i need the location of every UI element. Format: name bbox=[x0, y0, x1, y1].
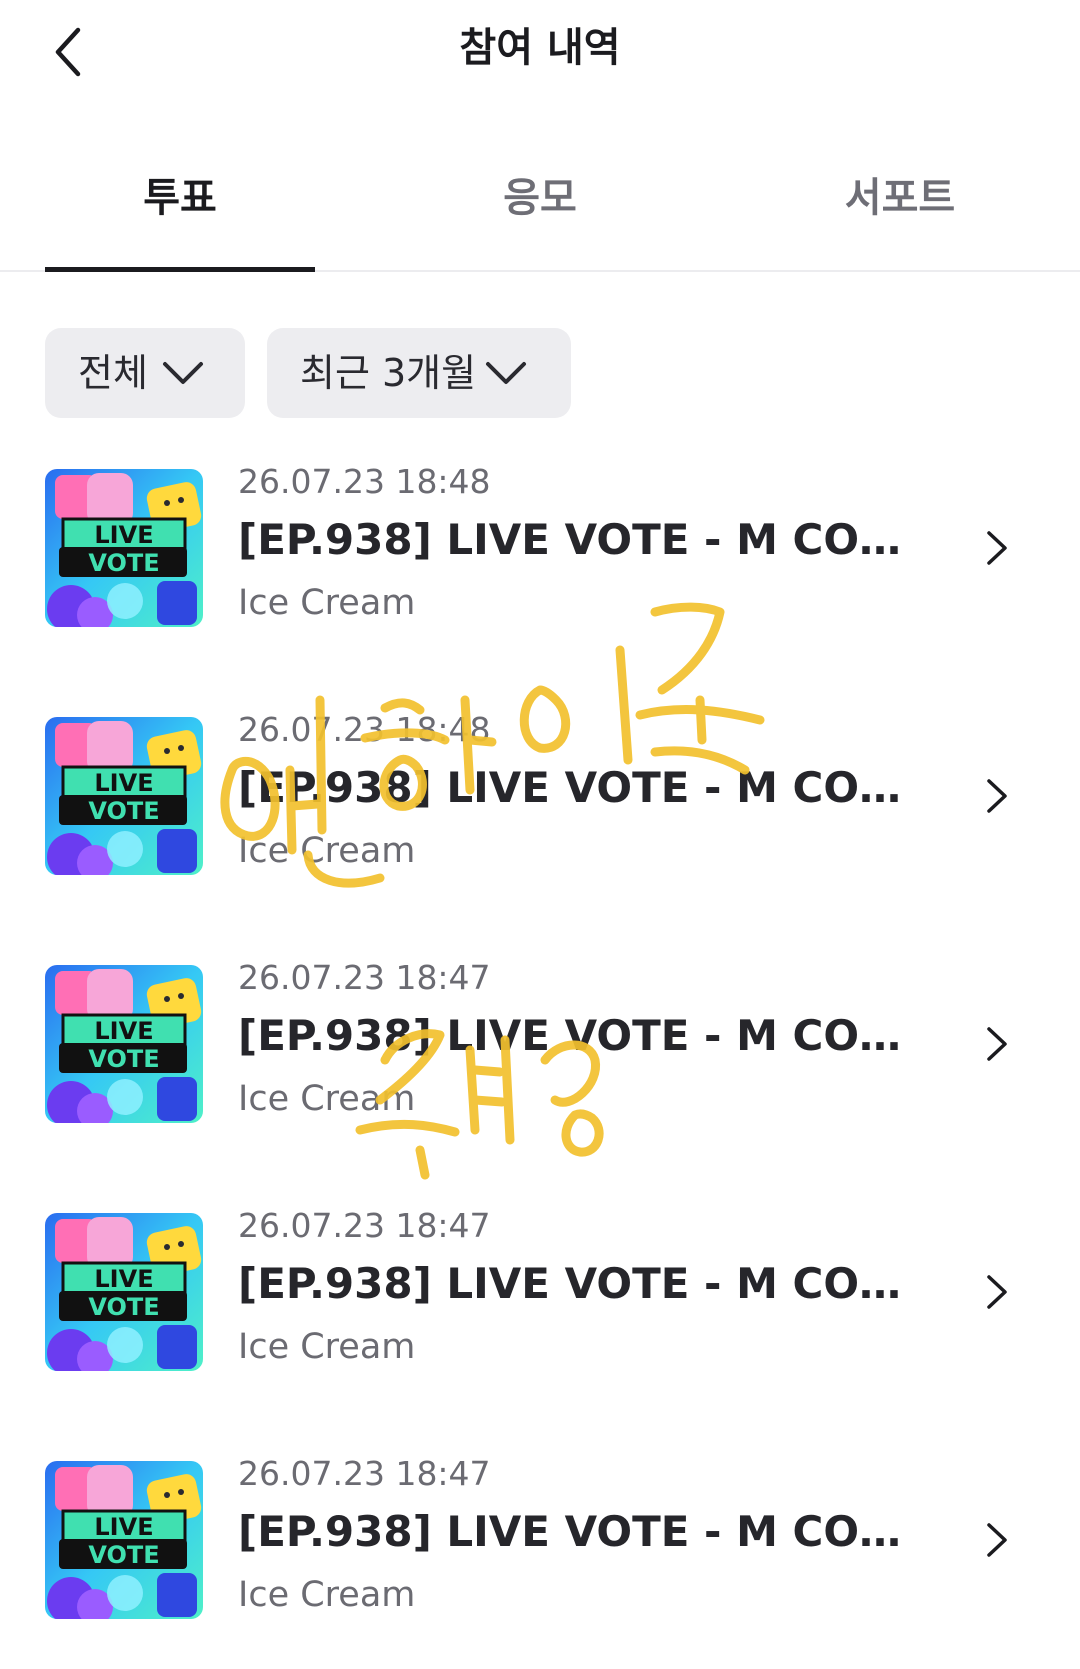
chevron-right-icon bbox=[987, 1027, 1007, 1061]
item-artist: Ice Cream bbox=[238, 831, 416, 871]
list-item[interactable]: LIVE VOTE 26.07.23 18:48 [EP.938] LIVE V… bbox=[0, 710, 1080, 880]
type-filter-label: 전체 bbox=[78, 351, 148, 395]
period-filter-label: 최근 3개월 bbox=[300, 351, 477, 395]
type-filter-dropdown[interactable]: 전체 bbox=[45, 328, 245, 418]
live-vote-thumbnail: LIVE VOTE bbox=[45, 1461, 203, 1619]
list-item[interactable]: LIVE VOTE 26.07.23 18:47 [EP.938] LIVE V… bbox=[0, 958, 1080, 1128]
item-artist: Ice Cream bbox=[238, 1575, 416, 1615]
chevron-down-icon bbox=[486, 362, 526, 384]
tab-vote[interactable]: 투표 bbox=[45, 150, 315, 272]
list-item[interactable]: LIVE VOTE 26.07.23 18:48 [EP.938] LIVE V… bbox=[0, 462, 1080, 632]
item-artist: Ice Cream bbox=[238, 1327, 416, 1367]
live-vote-thumbnail: LIVE VOTE bbox=[45, 965, 203, 1123]
page-title: 참여 내역 bbox=[459, 25, 621, 71]
chevron-right-icon bbox=[987, 1523, 1007, 1557]
svg-text:LIVE: LIVE bbox=[94, 1017, 153, 1045]
item-artist: Ice Cream bbox=[238, 1079, 416, 1119]
chevron-right-icon bbox=[987, 531, 1007, 565]
chevron-down-icon bbox=[163, 362, 203, 384]
svg-text:VOTE: VOTE bbox=[88, 1045, 159, 1073]
list-item[interactable]: LIVE VOTE 26.07.23 18:47 [EP.938] LIVE V… bbox=[0, 1454, 1080, 1624]
live-vote-thumbnail: LIVE VOTE bbox=[45, 717, 203, 875]
item-date: 26.07.23 18:48 bbox=[238, 710, 491, 749]
app-header: 참여 내역 bbox=[0, 0, 1080, 110]
svg-text:VOTE: VOTE bbox=[88, 1293, 159, 1321]
chevron-right-icon bbox=[987, 1275, 1007, 1309]
item-date: 26.07.23 18:47 bbox=[238, 1454, 491, 1493]
item-title: [EP.938] LIVE VOTE - M COUNTDOWN bbox=[238, 763, 918, 812]
item-title: [EP.938] LIVE VOTE - M COUNTDOWN bbox=[238, 515, 918, 564]
svg-text:LIVE: LIVE bbox=[94, 521, 153, 549]
svg-text:VOTE: VOTE bbox=[88, 797, 159, 825]
live-vote-thumbnail: LIVE VOTE bbox=[45, 469, 203, 627]
item-date: 26.07.23 18:47 bbox=[238, 1206, 491, 1245]
item-date: 26.07.23 18:48 bbox=[238, 462, 491, 501]
list-item[interactable]: LIVE VOTE 26.07.23 18:47 [EP.938] LIVE V… bbox=[0, 1206, 1080, 1376]
svg-text:LIVE: LIVE bbox=[94, 769, 153, 797]
tab-bar: 투표 응모 서포트 bbox=[0, 150, 1080, 272]
tab-entry[interactable]: 응모 bbox=[405, 150, 675, 270]
item-title: [EP.938] LIVE VOTE - M COUNTDOWN bbox=[238, 1507, 918, 1556]
svg-text:LIVE: LIVE bbox=[94, 1513, 153, 1541]
item-title: [EP.938] LIVE VOTE - M COUNTDOWN bbox=[238, 1259, 918, 1308]
chevron-right-icon bbox=[987, 779, 1007, 813]
svg-text:LIVE: LIVE bbox=[94, 1265, 153, 1293]
svg-text:VOTE: VOTE bbox=[88, 549, 159, 577]
item-title: [EP.938] LIVE VOTE - M COUNTDOWN bbox=[238, 1011, 918, 1060]
svg-text:VOTE: VOTE bbox=[88, 1541, 159, 1569]
item-date: 26.07.23 18:47 bbox=[238, 958, 491, 997]
tab-support[interactable]: 서포트 bbox=[765, 150, 1035, 270]
live-vote-thumbnail: LIVE VOTE bbox=[45, 1213, 203, 1371]
period-filter-dropdown[interactable]: 최근 3개월 bbox=[267, 328, 571, 418]
item-artist: Ice Cream bbox=[238, 583, 416, 623]
